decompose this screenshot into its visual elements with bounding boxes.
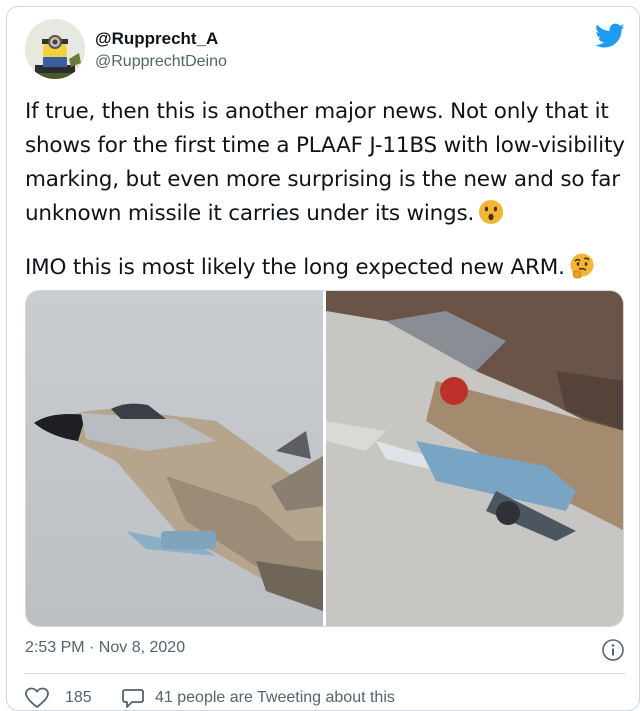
photo-left[interactable] [26, 291, 323, 627]
tweeting-about-link[interactable]: 41 people are Tweeting about this [155, 689, 395, 707]
tweet-paragraph-1: If true, then this is another major news… [25, 99, 625, 226]
twitter-bird-icon[interactable] [595, 23, 625, 49]
like-count[interactable]: 185 [65, 689, 92, 707]
comment-icon[interactable] [121, 687, 145, 709]
heart-icon[interactable] [25, 687, 49, 709]
tweet-timestamp[interactable]: 2:53 PM · Nov 8, 2020 [25, 639, 185, 657]
tweet-card: @Rupprecht_A @RupprechtDeino If true, th… [6, 6, 640, 711]
avatar[interactable] [25, 19, 85, 79]
info-icon[interactable] [601, 638, 625, 662]
thinking-face-icon [570, 253, 594, 279]
divider [25, 673, 625, 674]
tweet-paragraph: If true, then this is another major news… [25, 95, 625, 231]
user-handle[interactable]: @RupprechtDeino [95, 53, 227, 71]
photo-right[interactable] [326, 291, 624, 627]
tweet-paragraph: IMO this is most likely the long expecte… [25, 251, 625, 285]
tweet-text: If true, then this is another major news… [25, 95, 625, 285]
tweet-paragraph-2: IMO this is most likely the long expecte… [25, 255, 565, 280]
tweet-media[interactable] [25, 290, 624, 627]
display-name[interactable]: @Rupprecht_A [95, 29, 218, 49]
surprised-face-icon [479, 200, 504, 224]
